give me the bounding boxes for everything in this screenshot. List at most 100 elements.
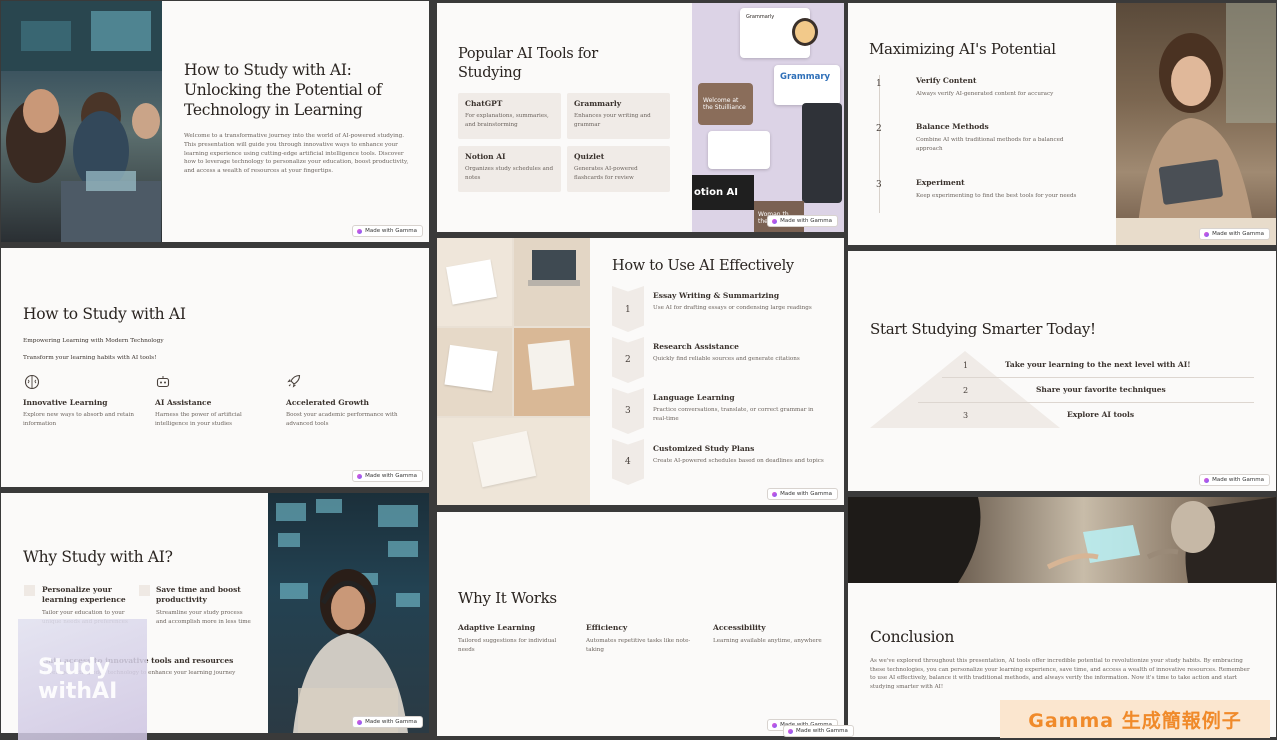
slide-intro[interactable]: How to Study with AI: Unlocking the Pote… xyxy=(1,1,429,242)
gamma-logo-icon xyxy=(357,473,363,479)
step-number: 2 xyxy=(625,355,631,365)
made-with-gamma-badge[interactable]: Made with Gamma xyxy=(767,488,838,500)
watermark-line-2: withAI xyxy=(38,678,118,704)
step-text: Explore AI tools xyxy=(1067,410,1135,419)
feature-title: Accelerated Growth xyxy=(286,398,369,407)
step-number: 3 xyxy=(876,180,882,190)
collage-card-dark-app xyxy=(802,103,842,203)
badge-label: Made with Gamma xyxy=(1212,477,1264,483)
tools-collage: Grammarly Grammary Welcome at the Stuill… xyxy=(692,3,844,232)
gamma-logo-icon xyxy=(788,728,793,734)
tool-desc: Generates AI-powered flashcards for revi… xyxy=(574,166,638,181)
badge-label: Made with Gamma xyxy=(796,728,848,734)
step-title: Language Learning xyxy=(653,393,735,402)
graduation-art xyxy=(848,497,1276,583)
feature-desc: Harness the power of artificial intellig… xyxy=(155,412,242,427)
tool-desc: Organizes study schedules and notes xyxy=(465,166,554,181)
badge-label: Made with Gamma xyxy=(365,228,417,234)
timeline-line xyxy=(879,75,880,213)
step-desc: Create AI-powered schedules based on dea… xyxy=(653,458,824,464)
step-title: Research Assistance xyxy=(653,342,739,351)
step-number: 1 xyxy=(625,305,631,315)
collage-card-chat xyxy=(708,131,770,169)
headphones-icon xyxy=(792,18,818,46)
how-to-study-tagline: Transform your learning habits with AI t… xyxy=(23,355,157,361)
grammarly-main-label: Grammary xyxy=(780,72,831,82)
gamma-logo-icon xyxy=(1204,477,1210,483)
grammarly-top-label: Grammarly xyxy=(746,14,775,20)
graduation-photo xyxy=(848,497,1276,583)
slide-use-effectively[interactable]: How to Use AI Effectively 1 Essay Writin… xyxy=(437,238,844,505)
slide-start-smarter[interactable]: Start Studying Smarter Today! 1 Take you… xyxy=(848,251,1276,491)
slide-why-it-works[interactable]: Why It Works Adaptive Learning Tailored … xyxy=(437,512,844,736)
start-smarter-title: Start Studying Smarter Today! xyxy=(870,320,1096,338)
student-tablet-photo xyxy=(1116,3,1276,245)
feature-desc: Boost your academic performance with adv… xyxy=(286,412,398,427)
student-headphones-photo xyxy=(268,493,429,733)
tool-card-chatgpt[interactable]: ChatGPT For explanations, summaries, and… xyxy=(458,93,561,139)
tool-card-notion-ai[interactable]: Notion AI Organizes study schedules and … xyxy=(458,146,561,192)
slide-maximizing[interactable]: Maximizing AI's Potential 1 Verify Conte… xyxy=(848,3,1276,245)
step-text: Share your favorite techniques xyxy=(1036,385,1166,394)
conclusion-body: As we've explored throughout this presen… xyxy=(870,658,1250,690)
why-it-works-title: Why It Works xyxy=(458,589,557,607)
made-with-gamma-badge[interactable]: Made with Gamma xyxy=(1199,474,1270,486)
gamma-logo-icon xyxy=(772,722,778,728)
made-with-gamma-badge[interactable]: Made with Gamma xyxy=(1199,228,1270,240)
desk-photo-5 xyxy=(437,418,590,505)
made-with-gamma-badge[interactable]: Made with Gamma xyxy=(352,225,423,237)
why-study-title: Why Study with AI? xyxy=(23,548,173,566)
made-with-gamma-badge[interactable]: Made with Gamma xyxy=(352,716,423,728)
made-with-gamma-badge[interactable]: Made with Gamma xyxy=(352,470,423,482)
step-desc: Always verify AI-generated content for a… xyxy=(916,91,1054,97)
slide-popular-tools[interactable]: Popular AI Tools for Studying ChatGPT Fo… xyxy=(437,3,844,232)
watermark-line-1: Study xyxy=(38,655,111,681)
benefit-title: Personalize your learning experience xyxy=(42,585,126,605)
notion-label: otion AI xyxy=(694,187,739,198)
step-desc: Quickly find reliable sources and genera… xyxy=(653,356,800,362)
intro-body: Welcome to a transformative journey into… xyxy=(184,133,409,175)
collage-card-grammarly-main: Grammary xyxy=(774,65,840,105)
made-with-gamma-badge[interactable]: Made with Gamma xyxy=(767,215,838,227)
badge-label: Made with Gamma xyxy=(780,218,832,224)
step-desc: Keep experimenting to find the best tool… xyxy=(916,193,1077,199)
step-desc: Practice conversations, translate, or co… xyxy=(653,407,814,422)
checkbox-icon xyxy=(139,585,150,596)
desk-photo-2 xyxy=(514,238,590,326)
tool-desc: For explanations, summaries, and brainst… xyxy=(465,113,549,128)
study-desk-collage xyxy=(437,238,590,505)
classroom-photo-art xyxy=(1,1,162,242)
made-with-gamma-badge[interactable]: Made with Gamma xyxy=(783,725,854,737)
step-number: 2 xyxy=(963,386,969,395)
gamma-logo-icon xyxy=(357,228,363,234)
step-title: Balance Methods xyxy=(916,122,989,131)
badge-label: Made with Gamma xyxy=(1212,231,1264,237)
step-title: Customized Study Plans xyxy=(653,444,755,453)
gamma-logo-icon xyxy=(772,218,778,224)
step-number: 2 xyxy=(876,124,882,134)
step-title: Experiment xyxy=(916,178,965,187)
step-number: 3 xyxy=(625,406,631,416)
tool-name: ChatGPT xyxy=(465,99,503,108)
student-tablet-art xyxy=(1116,3,1276,245)
study-with-ai-watermark: Study withAI xyxy=(18,619,147,740)
intro-title-line-1: How to Study with AI: xyxy=(184,61,352,79)
gamma-logo-icon xyxy=(1204,231,1210,237)
gamma-logo-icon xyxy=(357,719,363,725)
slide-how-to-study[interactable]: How to Study with AI Empowering Learning… xyxy=(1,248,429,487)
reason-desc: Automates repetitive tasks like note-tak… xyxy=(586,638,691,653)
classroom-photo xyxy=(1,1,162,242)
reason-title: Adaptive Learning xyxy=(458,623,536,632)
feature-title: AI Assistance xyxy=(155,398,212,407)
how-to-study-title: How to Study with AI xyxy=(23,305,186,323)
step-desc: Combine AI with traditional methods for … xyxy=(916,137,1064,152)
intro-title-line-2: Unlocking the Potential of xyxy=(184,80,382,99)
rocket-icon xyxy=(287,374,301,388)
tool-card-grammarly[interactable]: Grammarly Enhances your writing and gram… xyxy=(567,93,670,139)
welcome-label: Welcome at the Stuilliance xyxy=(703,97,746,111)
checkbox-icon xyxy=(24,585,35,596)
benefit-title: Save time and boost productivity xyxy=(156,585,241,605)
step-title: Essay Writing & Summarizing xyxy=(653,291,780,300)
tool-card-quizlet[interactable]: Quizlet Generates AI-powered flashcards … xyxy=(567,146,670,192)
use-effectively-title: How to Use AI Effectively xyxy=(612,258,794,274)
